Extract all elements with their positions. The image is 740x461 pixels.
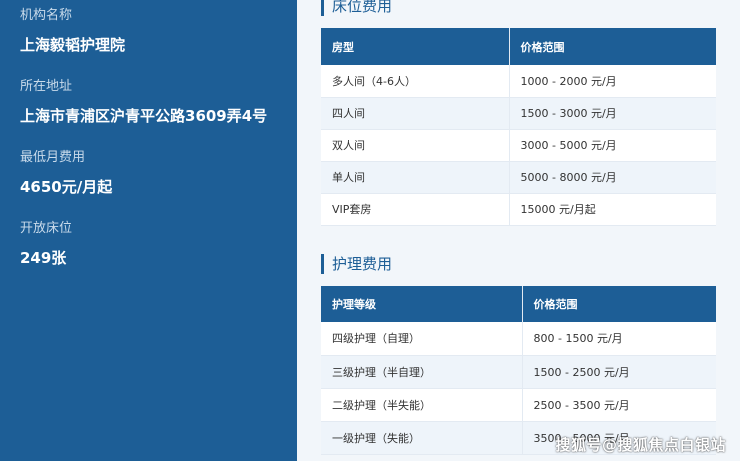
table-header-row: 房型 价格范围: [321, 28, 716, 65]
info-min-monthly-fee: 最低月费用 4650元/月起: [20, 150, 112, 196]
info-sidebar: 机构名称 上海毅韬护理院 所在地址 上海市青浦区沪青平公路3609弄4号 最低月…: [0, 0, 297, 461]
table-cell: 1500 - 2500 元/月: [521, 355, 716, 389]
table-row: 多人间（4-6人） 1000 - 2000 元/月: [321, 65, 716, 98]
table-row: 四级护理（自理） 800 - 1500 元/月: [321, 322, 716, 356]
table-cell: 一级护理（失能）: [321, 421, 522, 455]
table-cell: 多人间（4-6人）: [321, 65, 509, 98]
info-institution-name: 机构名称 上海毅韬护理院: [20, 8, 125, 54]
table-row: VIP套房 15000 元/月起: [321, 193, 716, 226]
column-header: 房型: [321, 28, 509, 65]
table-cell: 3000 - 5000 元/月: [508, 129, 716, 162]
table-cell: 15000 元/月起: [508, 193, 716, 226]
table-header-row: 护理等级 价格范围: [321, 286, 716, 322]
table-cell: 单人间: [321, 161, 509, 194]
bed-fees-title: 床位费用: [321, 0, 392, 16]
table-row: 四人间 1500 - 3000 元/月: [321, 97, 716, 130]
table-cell: 800 - 1500 元/月: [521, 322, 716, 356]
info-value: 上海市青浦区沪青平公路3609弄4号: [20, 107, 268, 125]
table-cell: VIP套房: [321, 193, 509, 226]
column-header: 价格范围: [508, 28, 716, 65]
info-label: 机构名称: [20, 8, 73, 23]
main-content: 床位费用 房型 价格范围 多人间（4-6人） 1000 - 2000 元/月 四…: [297, 0, 740, 461]
info-open-beds: 开放床位 249张: [20, 221, 72, 267]
table-row: 单人间 5000 - 8000 元/月: [321, 161, 716, 194]
table-cell: 三级护理（半自理）: [321, 355, 522, 389]
info-address: 所在地址 上海市青浦区沪青平公路3609弄4号: [20, 79, 267, 125]
info-label: 所在地址: [20, 79, 73, 94]
care-fees-title: 护理费用: [321, 254, 392, 274]
table-row: 双人间 3000 - 5000 元/月: [321, 129, 716, 162]
care-fees-table: 护理等级 价格范围 四级护理（自理） 800 - 1500 元/月 三级护理（半…: [321, 286, 716, 455]
table-cell: 1500 - 3000 元/月: [508, 97, 716, 130]
table-row: 三级护理（半自理） 1500 - 2500 元/月: [321, 355, 716, 389]
info-value: 4650元/月起: [20, 178, 113, 196]
table-cell: 2500 - 3500 元/月: [521, 388, 716, 422]
table-cell: 5000 - 8000 元/月: [508, 161, 716, 194]
info-value: 上海毅韬护理院: [20, 36, 126, 54]
table-cell: 四人间: [321, 97, 509, 130]
bed-fees-table: 房型 价格范围 多人间（4-6人） 1000 - 2000 元/月 四人间 15…: [321, 28, 716, 226]
info-label: 开放床位: [20, 221, 73, 236]
table-cell: 四级护理（自理）: [321, 322, 522, 356]
column-header: 护理等级: [321, 286, 522, 322]
source-watermark: 搜狐号@搜狐焦点白银站: [555, 436, 726, 454]
table-cell: 双人间: [321, 129, 509, 162]
column-header: 价格范围: [521, 286, 716, 322]
info-value: 249张: [20, 249, 67, 267]
table-cell: 二级护理（半失能）: [321, 388, 522, 422]
table-row: 二级护理（半失能） 2500 - 3500 元/月: [321, 388, 716, 422]
table-cell: 1000 - 2000 元/月: [508, 65, 716, 98]
info-label: 最低月费用: [20, 150, 86, 165]
